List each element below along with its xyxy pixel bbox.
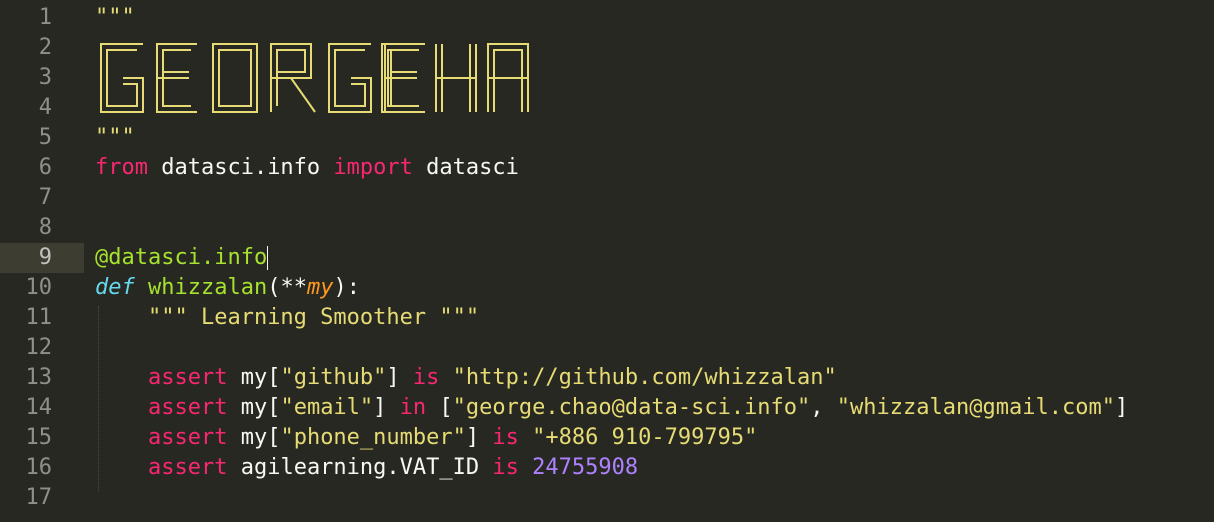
token-keyword: from (95, 155, 148, 180)
token-plain: [ (426, 395, 453, 420)
token-keyword: is (492, 455, 519, 480)
code-text[interactable]: assert agilearning.VAT_ID is 24755908 (95, 453, 638, 483)
token-plain: datasci (412, 155, 519, 180)
code-text[interactable]: """ (95, 3, 135, 33)
line-number: 12 (25, 335, 53, 360)
code-line[interactable]: 17 (0, 483, 1214, 513)
ascii-banner-chao (380, 38, 550, 118)
line-number: 6 (38, 155, 52, 180)
token-keyword: is (412, 365, 440, 390)
token-plain: ] (1114, 395, 1129, 420)
code-editor[interactable]: 1 """ 2 3 4 5 """ 6 from datasci.info import dat… (0, 0, 1214, 522)
token-number: 24755908 (532, 455, 639, 480)
token-plain: (** (267, 275, 307, 300)
token-string: """ (95, 5, 135, 30)
code-line[interactable]: 7 (0, 183, 1214, 213)
token-string: "whizzalan@gmail.com" (836, 395, 1115, 420)
token-param: my (306, 275, 334, 300)
line-number: 7 (38, 185, 52, 210)
text-cursor (267, 246, 269, 270)
token-plain: my[ (227, 425, 281, 450)
token-string: "email" (280, 395, 374, 420)
code-line[interactable]: 16 assert agilearning.VAT_ID is 24755908 (0, 453, 1214, 483)
line-number: 16 (25, 455, 53, 480)
code-text[interactable]: def whizzalan(**my): (95, 273, 360, 303)
token-keyword: is (492, 425, 519, 450)
banner-letter-o (530, 38, 544, 118)
code-text[interactable]: assert my["github"] is "http://github.co… (95, 363, 837, 393)
line-number: 5 (38, 125, 52, 150)
token-func: whizzalan (148, 275, 268, 300)
token-keyword: assert (147, 365, 228, 390)
token-string: "george.chao@data-sci.info" (452, 395, 811, 420)
line-number: 8 (38, 215, 52, 240)
code-line[interactable]: 6 from datasci.info import datasci (0, 153, 1214, 183)
token-keyword: assert (147, 395, 228, 420)
token-plain: ): (333, 275, 360, 300)
code-line[interactable]: 1 """ (0, 3, 1214, 33)
code-line[interactable]: 13 assert my["github"] is "http://github… (0, 363, 1214, 393)
token-plain: my[ (227, 395, 281, 420)
line-number: 11 (25, 305, 53, 330)
token-string: """ (95, 125, 135, 150)
line-number: 1 (38, 5, 52, 30)
token-plain: ] (386, 365, 413, 390)
token-plain: ] (373, 395, 400, 420)
token-string: "http://github.com/whizzalan" (452, 365, 837, 390)
code-text[interactable]: """ (95, 123, 135, 153)
token-plain: agilearning.VAT_ID (227, 455, 493, 480)
code-text[interactable]: @datasci.info (95, 243, 269, 273)
token-plain: ] (465, 425, 493, 450)
indent-guide (98, 306, 99, 492)
code-text[interactable]: """ Learning Smoother """ (95, 303, 479, 333)
banner-art-image-2 (381, 43, 529, 113)
token-string: """ Learning Smoother """ (147, 305, 480, 330)
code-text[interactable]: assert my["phone_number"] is "+886 910-7… (95, 423, 757, 453)
token-string: "+886 910-799795" (532, 425, 758, 450)
code-text[interactable]: from datasci.info import datasci (95, 153, 519, 183)
code-line[interactable]: 5 """ (0, 123, 1214, 153)
code-line[interactable]: 11 """ Learning Smoother """ (0, 303, 1214, 333)
token-keyword: assert (147, 425, 228, 450)
code-line[interactable]: 14 assert my["email"] in ["george.chao@d… (0, 393, 1214, 423)
token-keyword: in (399, 395, 427, 420)
code-line[interactable]: 15 assert my["phone_number"] is "+886 91… (0, 423, 1214, 453)
token-keyword: assert (147, 455, 228, 480)
token-decorator: @datasci.info (95, 245, 268, 270)
code-text[interactable]: assert my["email"] in ["george.chao@data… (95, 393, 1128, 423)
token-keyword: import (333, 155, 413, 180)
token-plain: datasci.info (147, 155, 334, 180)
line-number: 13 (25, 365, 53, 390)
code-line[interactable]: 10 def whizzalan(**my): (0, 273, 1214, 303)
code-line[interactable]: 12 (0, 333, 1214, 363)
line-number: 10 (25, 275, 53, 300)
code-line[interactable]: 9 @datasci.info (0, 243, 1214, 273)
token-storage: def (95, 275, 135, 300)
line-number: 3 (38, 65, 52, 90)
line-number: 15 (25, 425, 53, 450)
token-plain: , (810, 395, 837, 420)
token-string: "github" (280, 365, 387, 390)
token-string: "phone_number" (280, 425, 466, 450)
line-number: 9 (0, 243, 84, 273)
line-number: 14 (25, 395, 53, 420)
token-plain: my[ (227, 365, 281, 390)
line-number: 2 (38, 35, 52, 60)
code-line[interactable]: 8 (0, 213, 1214, 243)
line-number: 17 (25, 485, 53, 510)
line-number: 4 (38, 95, 52, 120)
